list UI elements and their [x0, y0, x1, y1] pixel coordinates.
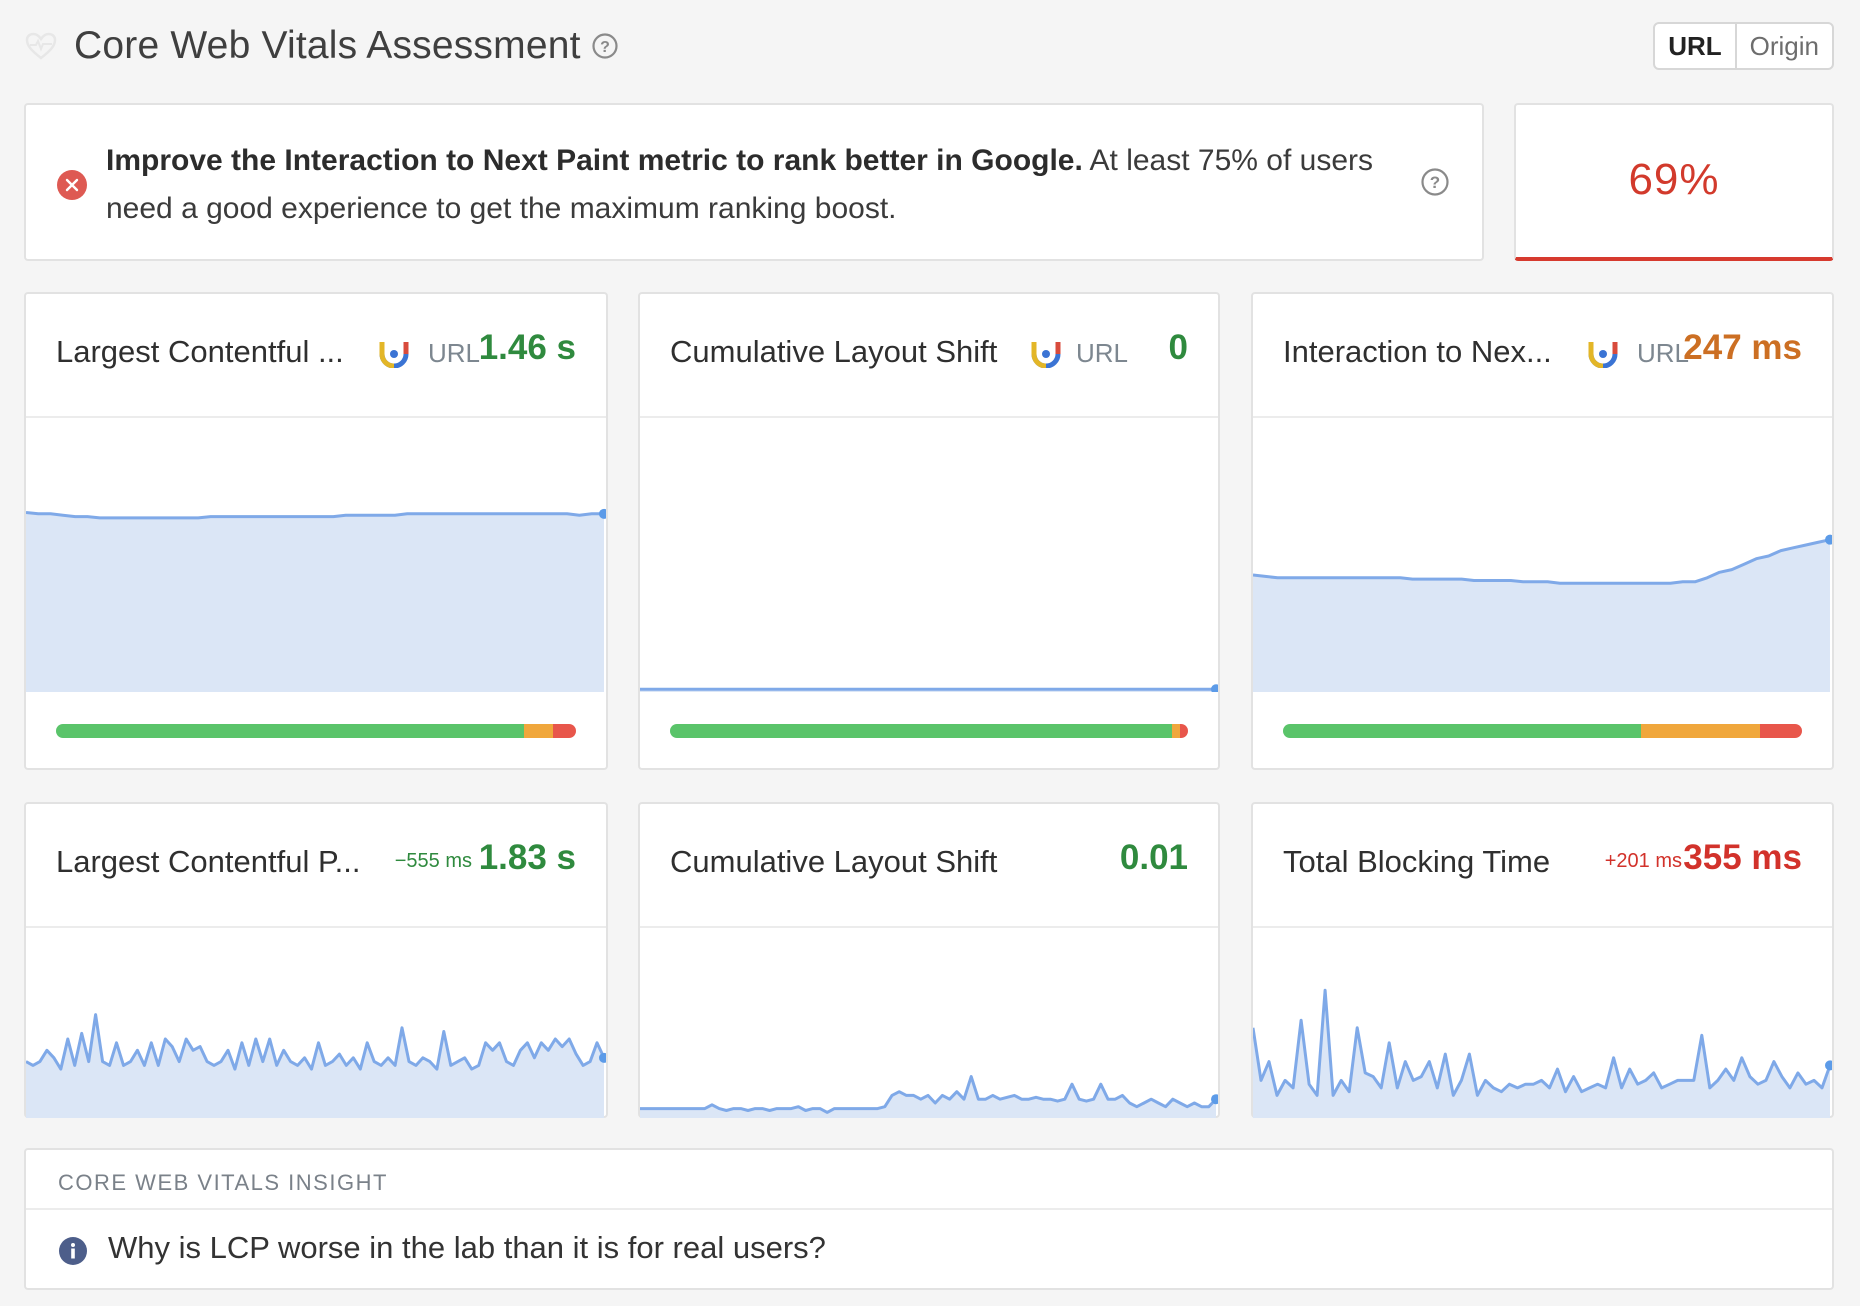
source-tag: URL [428, 338, 481, 368]
metric-name: Largest Contentful P... [56, 844, 361, 879]
insight-header: CORE WEB VITALS INSIGHT [26, 1150, 1832, 1210]
trend-chart [26, 930, 606, 1118]
assessment-message: Improve the Interaction to Next Paint me… [106, 137, 1426, 233]
metric-name: Interaction to Nex... [1283, 334, 1552, 369]
metric-value: 355 ms [1683, 838, 1802, 877]
metric-name: Total Blocking Time [1283, 844, 1551, 879]
trend-area [1253, 990, 1830, 1118]
source-tag: URL [1637, 338, 1690, 368]
metric-card-inp-field[interactable]: Interaction to Nex... URL 247 ms [1251, 292, 1834, 770]
distribution-segment-poor [1760, 724, 1802, 738]
trend-chart-svg [26, 1013, 606, 1118]
metric-header: Largest Contentful P... −555 ms 1.83 s [26, 804, 606, 928]
metric-header: Cumulative Layout Shift URL 0 [640, 294, 1218, 418]
svg-text:?: ? [600, 39, 610, 56]
header: Core Web Vitals Assessment ? URL Origin [24, 18, 1834, 74]
metric-name: Cumulative Layout Shift [670, 844, 998, 879]
metric-delta: −555 ms [394, 850, 472, 872]
distribution-segment-good [56, 724, 524, 738]
insight-card[interactable]: CORE WEB VITALS INSIGHT Why is LCP worse… [24, 1148, 1834, 1290]
metric-delta: +201 ms [1604, 850, 1682, 872]
assessment-card: Improve the Interaction to Next Paint me… [24, 103, 1484, 261]
help-icon[interactable]: ? [591, 32, 619, 60]
assessment-bold-text: Improve the Interaction to Next Paint me… [106, 144, 1083, 177]
trend-area [1253, 539, 1830, 692]
svg-text:?: ? [1430, 173, 1440, 192]
metric-card-cls-lab[interactable]: Cumulative Layout Shift 0.01 [638, 802, 1220, 1118]
trend-chart [640, 420, 1218, 692]
distribution-segment-good [1283, 724, 1642, 738]
metric-value: 247 ms [1683, 328, 1802, 367]
pass-rate-score: 69% [1628, 155, 1720, 204]
trend-area [26, 512, 604, 692]
trend-chart [26, 420, 606, 692]
trend-chart-svg [26, 508, 606, 692]
chrome-icon [1031, 342, 1061, 368]
trend-chart-svg [1253, 534, 1832, 692]
trend-chart-svg [640, 1075, 1218, 1118]
chrome-icon [1588, 342, 1618, 368]
insight-question[interactable]: Why is LCP worse in the lab than it is f… [108, 1230, 826, 1266]
distribution-segment-good [670, 724, 1173, 738]
scope-url-button[interactable]: URL [1655, 24, 1737, 68]
metric-card-lcp-lab[interactable]: Largest Contentful P... −555 ms 1.83 s [24, 802, 608, 1118]
help-icon[interactable]: ? [1420, 167, 1450, 197]
trend-chart-svg [640, 684, 1218, 692]
trend-chart [640, 930, 1218, 1118]
trend-chart [1253, 930, 1832, 1118]
distribution-bar [670, 724, 1188, 738]
source-tag: URL [1076, 338, 1129, 368]
metric-card-cls-field[interactable]: Cumulative Layout Shift URL 0 [638, 292, 1220, 770]
metric-header: Total Blocking Time +201 ms 355 ms [1253, 804, 1832, 928]
distribution-segment-needs-improvement [1172, 724, 1181, 738]
page-title: Core Web Vitals Assessment [74, 24, 581, 67]
fail-icon [57, 170, 87, 200]
metric-value: 0 [1168, 328, 1188, 367]
distribution-segment-needs-improvement [1641, 724, 1761, 738]
trend-latest-point [1825, 1060, 1832, 1071]
metric-card-tbt-lab[interactable]: Total Blocking Time +201 ms 355 ms [1251, 802, 1834, 1118]
trend-latest-point [1211, 684, 1218, 692]
scope-origin-button[interactable]: Origin [1737, 24, 1832, 68]
trend-chart [1253, 420, 1832, 692]
insight-label: CORE WEB VITALS INSIGHT [58, 1170, 388, 1195]
distribution-segment-poor [552, 724, 576, 738]
distribution-bar [1283, 724, 1802, 738]
distribution-bar [56, 724, 576, 738]
metric-value: 0.01 [1119, 838, 1188, 877]
score-card: 69% [1514, 103, 1834, 261]
trend-area [26, 1014, 604, 1118]
metric-header: Interaction to Nex... URL 247 ms [1253, 294, 1832, 418]
metric-name: Largest Contentful ... [56, 334, 344, 369]
metric-card-lcp-field[interactable]: Largest Contentful ... URL 1.46 s [24, 292, 608, 770]
metric-value: 1.46 s [478, 328, 576, 367]
metric-value: 1.83 s [478, 838, 576, 877]
metric-header: Cumulative Layout Shift 0.01 [640, 804, 1218, 928]
metric-name: Cumulative Layout Shift [670, 334, 998, 369]
trend-chart-svg [1253, 988, 1832, 1118]
distribution-segment-poor [1180, 724, 1188, 738]
heart-icon [25, 32, 57, 60]
chrome-icon [379, 342, 409, 368]
info-icon [59, 1237, 87, 1265]
scope-toggle[interactable]: URL Origin [1653, 22, 1834, 70]
metric-header: Largest Contentful ... URL 1.46 s [26, 294, 606, 418]
distribution-segment-needs-improvement [524, 724, 553, 738]
